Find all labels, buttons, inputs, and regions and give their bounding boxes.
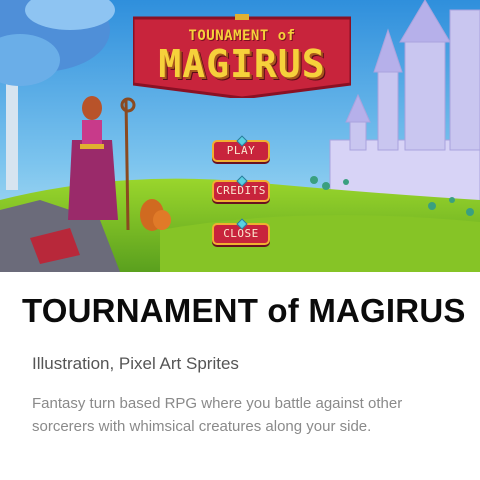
play-button[interactable]: PLAY [212,135,270,162]
game-screenshot[interactable]: TOUNAMENT of MAGIRUS PLAY CREDITS CLOSE [0,0,480,272]
close-button[interactable]: CLOSE [212,218,270,245]
project-card[interactable]: TOUNAMENT of MAGIRUS PLAY CREDITS CLOSE … [0,0,480,480]
project-category: Illustration, Pixel Art Sprites [32,354,239,373]
project-description: Fantasy turn based RPG where you battle … [32,395,403,435]
logo-line-2: MAGIRUS [158,42,326,86]
project-title[interactable]: TOURNAMENT of MAGIRUS [22,292,466,330]
game-logo-banner: TOUNAMENT of MAGIRUS [131,8,353,100]
credits-button[interactable]: CREDITS [212,175,270,202]
